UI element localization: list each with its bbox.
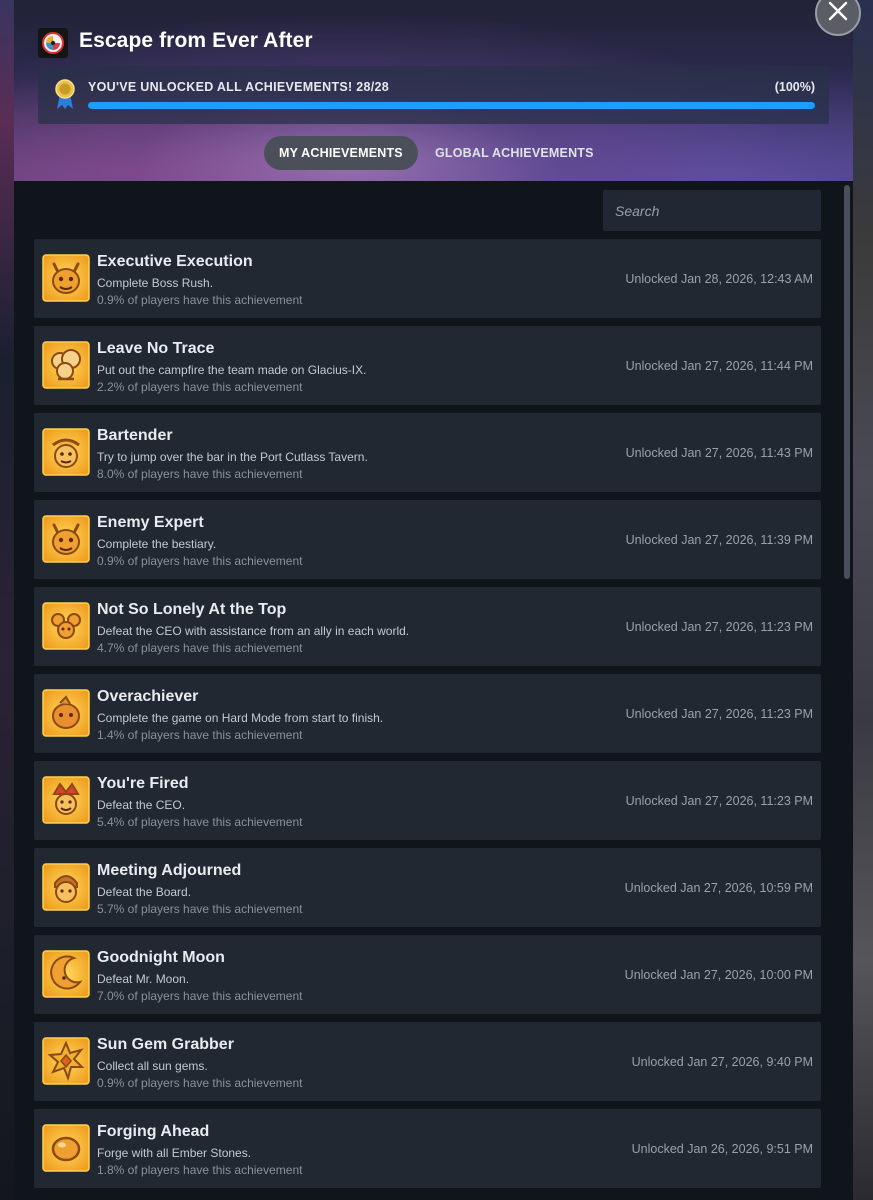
- modal-header: Escape from Ever After YOU'VE UNLOCKED A…: [14, 0, 853, 181]
- achievement-description: Complete Boss Rush.: [97, 276, 214, 290]
- game-title: Escape from Ever After: [79, 29, 313, 52]
- achievement-row[interactable]: You're Fired Defeat the CEO. 5.4% of playe…: [34, 761, 821, 840]
- achievement-rarity: 0.9% of players have this achievement: [97, 554, 303, 568]
- achievement-title: Enemy Expert: [97, 514, 204, 531]
- achievement-unlock-date: Unlocked Jan 28, 2026, 12:43 AM: [625, 272, 813, 286]
- achievement-rarity: 7.0% of players have this achievement: [97, 989, 303, 1003]
- achievement-row[interactable]: Leave No Trace Put out the campfire the t…: [34, 326, 821, 405]
- achievement-description: Forge with all Ember Stones.: [97, 1146, 252, 1160]
- achievement-content: Executive Execution Complete Boss Rush. 0.…: [14, 181, 853, 1200]
- achievement-description: Defeat the CEO.: [97, 798, 186, 812]
- ember-stone-icon: [40, 1122, 92, 1174]
- achievement-rarity: 4.7% of players have this achievement: [97, 641, 303, 655]
- progress-bar-fill: [88, 102, 815, 109]
- close-icon: [827, 0, 849, 27]
- pirate-face-icon: [40, 426, 92, 478]
- achievement-title: Executive Execution: [97, 253, 253, 270]
- achievement-title: Sun Gem Grabber: [97, 1036, 234, 1053]
- achievement-unlock-date: Unlocked Jan 27, 2026, 10:00 PM: [624, 968, 813, 982]
- achievement-title: Meeting Adjourned: [97, 862, 242, 879]
- demon-face-icon: [40, 513, 92, 565]
- progress-label: YOU'VE UNLOCKED ALL ACHIEVEMENTS! 28/28: [88, 80, 390, 94]
- smoke-cloud-icon: [40, 339, 92, 391]
- achievement-title: Overachiever: [97, 688, 199, 705]
- achievement-unlock-date: Unlocked Jan 27, 2026, 11:23 PM: [625, 620, 813, 634]
- achievement-title: Bartender: [97, 427, 173, 444]
- achievements-modal: Escape from Ever After YOU'VE UNLOCKED A…: [14, 0, 853, 1200]
- achievement-rarity: 0.9% of players have this achievement: [97, 293, 303, 307]
- progress-panel: YOU'VE UNLOCKED ALL ACHIEVEMENTS! 28/28 …: [38, 66, 829, 124]
- achievement-description: Put out the campfire the team made on Gl…: [97, 363, 367, 377]
- tab-my-achievements[interactable]: MY ACHIEVEMENTS: [264, 136, 418, 170]
- progress-bar: [88, 102, 815, 109]
- achievement-rarity: 1.8% of players have this achievement: [97, 1163, 303, 1177]
- achievement-row[interactable]: Overachiever Complete the game on Hard Mo…: [34, 674, 821, 753]
- scrollbar-thumb[interactable]: [844, 185, 850, 579]
- achievement-title: Not So Lonely At the Top: [97, 601, 287, 618]
- achievement-unlock-date: Unlocked Jan 27, 2026, 11:44 PM: [625, 359, 813, 373]
- background-right-edge: [853, 0, 873, 1200]
- sun-gem-icon: [40, 1035, 92, 1087]
- achievement-title: Forging Ahead: [97, 1123, 210, 1140]
- tab-global-achievements[interactable]: GLOBAL ACHIEVEMENTS: [420, 136, 609, 170]
- achievement-rarity: 0.9% of players have this achievement: [97, 1076, 303, 1090]
- background-left-edge: [0, 0, 14, 1200]
- achievement-rarity: 5.4% of players have this achievement: [97, 815, 303, 829]
- achievement-rarity: 8.0% of players have this achievement: [97, 467, 303, 481]
- achievement-row[interactable]: Forging Ahead Forge with all Ember Stones…: [34, 1109, 821, 1188]
- achievement-description: Complete the bestiary.: [97, 537, 217, 551]
- progress-percent: (100%): [774, 80, 815, 94]
- achievement-description: Defeat the Board.: [97, 885, 192, 899]
- award-ribbon-icon: [54, 78, 76, 110]
- achievement-row[interactable]: Executive Execution Complete Boss Rush. 0.…: [34, 239, 821, 318]
- achievement-unlock-date: Unlocked Jan 27, 2026, 9:40 PM: [631, 1055, 813, 1069]
- achievement-row[interactable]: Sun Gem Grabber Collect all sun gems. 0.9%…: [34, 1022, 821, 1101]
- moon-icon: [40, 948, 92, 1000]
- achievement-unlock-date: Unlocked Jan 27, 2026, 11:23 PM: [625, 794, 813, 808]
- achievement-row[interactable]: Meeting Adjourned Defeat the Board. 5.7% o…: [34, 848, 821, 927]
- achievement-rarity: 2.2% of players have this achievement: [97, 380, 303, 394]
- achievement-title: Leave No Trace: [97, 340, 215, 357]
- achievement-row[interactable]: Bartender Try to jump over the bar in the…: [34, 413, 821, 492]
- achievement-row[interactable]: Not So Lonely At the Top Defeat the CEO w…: [34, 587, 821, 666]
- achievement-unlock-date: Unlocked Jan 27, 2026, 10:59 PM: [624, 881, 813, 895]
- tab-bar: MY ACHIEVEMENTS GLOBAL ACHIEVEMENTS: [14, 136, 853, 170]
- achievement-description: Complete the game on Hard Mode from star…: [97, 711, 384, 725]
- achievement-rarity: 5.7% of players have this achievement: [97, 902, 303, 916]
- achievement-description: Collect all sun gems.: [97, 1059, 208, 1073]
- achievement-unlock-date: Unlocked Jan 27, 2026, 11:43 PM: [625, 446, 813, 460]
- search-box[interactable]: [603, 190, 821, 231]
- game-icon: [38, 28, 68, 58]
- achievement-unlock-date: Unlocked Jan 27, 2026, 11:23 PM: [625, 707, 813, 721]
- achievement-title: Goodnight Moon: [97, 949, 225, 966]
- achievement-row[interactable]: Enemy Expert Complete the bestiary. 0.9% o…: [34, 500, 821, 579]
- achievement-list: Executive Execution Complete Boss Rush. 0.…: [34, 239, 821, 1196]
- achievement-row[interactable]: Goodnight Moon Defeat Mr. Moon. 7.0% of pl…: [34, 935, 821, 1014]
- achievement-unlock-date: Unlocked Jan 27, 2026, 11:39 PM: [625, 533, 813, 547]
- achievement-description: Defeat Mr. Moon.: [97, 972, 190, 986]
- achievement-rarity: 1.4% of players have this achievement: [97, 728, 303, 742]
- search-input[interactable]: [613, 201, 811, 220]
- achievement-description: Defeat the CEO with assistance from an a…: [97, 624, 410, 638]
- jester-face-icon: [40, 774, 92, 826]
- demon-face-icon: [40, 252, 92, 304]
- board-member-icon: [40, 861, 92, 913]
- achievement-unlock-date: Unlocked Jan 26, 2026, 9:51 PM: [631, 1142, 813, 1156]
- achievement-description: Try to jump over the bar in the Port Cut…: [97, 450, 368, 464]
- ally-group-icon: [40, 600, 92, 652]
- creature-face-icon: [40, 687, 92, 739]
- achievement-title: You're Fired: [97, 775, 189, 792]
